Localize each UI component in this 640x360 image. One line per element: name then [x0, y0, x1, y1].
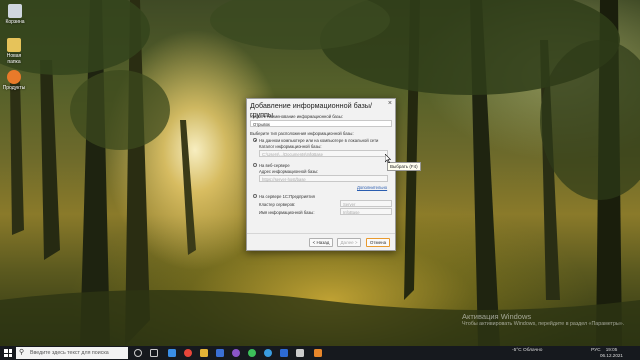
back-button[interactable]: < Назад — [309, 238, 333, 247]
desktop-icon-label: Корзина — [5, 19, 25, 25]
address-input[interactable]: https://server-host/base — [259, 175, 388, 182]
telegram-icon[interactable] — [264, 349, 272, 357]
windows-activation-watermark: Активация Windows Чтобы активировать Win… — [462, 312, 624, 328]
radio-web-label: На веб-сервере — [259, 162, 290, 168]
infobase-name-input[interactable]: Отрывок — [250, 120, 392, 127]
cortana-icon[interactable] — [134, 349, 142, 357]
weather-widget[interactable]: -5°С Облачно — [512, 348, 542, 353]
next-button[interactable]: Далее > — [337, 238, 361, 247]
taskbar-search-box[interactable]: ⚲ Введите здесь текст для поиска — [16, 347, 128, 359]
chrome-icon[interactable] — [184, 349, 192, 357]
catalog-label: Каталог информационной базы: — [259, 143, 322, 149]
cancel-button[interactable]: Отмена — [366, 238, 390, 247]
desktop-icon-recycle-bin[interactable]: Корзина — [1, 4, 29, 25]
radio-local-label: На данном компьютере или на компьютере в… — [259, 137, 379, 143]
clock-date: 06.12.2021 — [600, 353, 623, 358]
watermark-title: Активация Windows — [462, 312, 532, 321]
advanced-link[interactable]: Дополнительно — [357, 185, 387, 190]
radio-1c-server[interactable] — [253, 194, 257, 198]
select-tooltip: Выбрать (F4) — [387, 162, 421, 171]
watermark-subtitle: Чтобы активировать Windows, перейдите в … — [462, 321, 625, 327]
add-infobase-dialog: Добавление информационной базы/группы × … — [246, 98, 396, 251]
store-icon[interactable] — [216, 349, 224, 357]
explorer-icon[interactable] — [200, 349, 208, 357]
address-label: Адрес информационной базы: — [259, 168, 319, 174]
search-placeholder: Введите здесь текст для поиска — [30, 349, 109, 356]
mouse-cursor-icon — [385, 154, 391, 163]
clock[interactable]: 19:05 06.12.2021 — [600, 347, 623, 359]
1c-icon[interactable] — [314, 349, 322, 357]
ibname-label: Имя информационной базы: — [259, 210, 315, 215]
app-icon[interactable] — [296, 349, 304, 357]
close-icon[interactable]: × — [388, 100, 392, 107]
search-icon: ⚲ — [19, 349, 25, 356]
taskbar: ⚲ Введите здесь текст для поиска -5°С Об… — [0, 346, 640, 360]
radio-1c-label: На сервере 1С:Предприятия — [259, 193, 315, 199]
word-icon[interactable] — [280, 349, 288, 357]
catalog-path-input[interactable]: C:\Users\...\Documents\InfoBase — [259, 150, 388, 157]
name-label: Укажите наименование информационной базы… — [250, 114, 343, 119]
dialog-separator — [247, 233, 395, 234]
whatsapp-icon[interactable] — [248, 349, 256, 357]
ibname-input[interactable]: InfoBase — [340, 208, 392, 215]
location-label: Выберите тип расположения информационной… — [250, 131, 354, 136]
recycle-bin-icon — [8, 4, 22, 18]
desktop-icon-app[interactable]: Продукты — [0, 70, 28, 91]
viber-icon[interactable] — [232, 349, 240, 357]
radio-web-server[interactable] — [253, 163, 257, 167]
task-view-icon[interactable] — [150, 349, 158, 357]
cluster-label: Кластер серверов: — [259, 202, 296, 207]
desktop-icon-folder[interactable]: Новая папка — [0, 38, 28, 65]
cluster-input[interactable]: Server — [340, 200, 392, 207]
app-shortcut-icon — [7, 70, 21, 84]
folder-icon — [7, 38, 21, 52]
edge-icon[interactable] — [168, 349, 176, 357]
desktop-icon-label: Продукты — [2, 85, 26, 91]
desktop-icon-label: Новая папка — [6, 53, 22, 65]
windows-start-icon[interactable] — [4, 349, 12, 357]
radio-local[interactable] — [253, 138, 257, 142]
